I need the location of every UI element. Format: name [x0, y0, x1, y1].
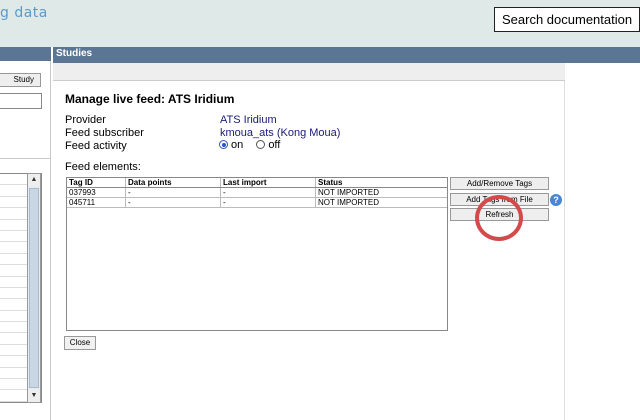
table-header: Tag ID Data points Last import Status: [67, 178, 447, 188]
feed-elements-table: Tag ID Data points Last import Status 03…: [66, 177, 448, 331]
column-header[interactable]: Status: [316, 178, 447, 187]
top-header: g data Search documentation: [0, 0, 640, 47]
close-button[interactable]: Close: [64, 336, 96, 350]
cell-tag-id: 045711: [67, 198, 126, 207]
scrollbar-thumb[interactable]: [29, 188, 39, 388]
cell-data-points: -: [126, 198, 221, 207]
add-remove-tags-button[interactable]: Add/Remove Tags: [450, 177, 549, 190]
feed-subscriber-label: Feed subscriber: [65, 127, 144, 139]
radio-on-icon[interactable]: [219, 140, 228, 149]
scroll-up-icon[interactable]: ▲: [28, 174, 40, 186]
column-header[interactable]: Last import: [221, 178, 316, 187]
cell-status: NOT IMPORTED: [318, 188, 380, 197]
column-header[interactable]: Tag ID: [67, 178, 126, 187]
left-search-input[interactable]: [0, 93, 42, 109]
provider-label: Provider: [65, 114, 106, 126]
left-list-scrollbar[interactable]: ▲ ▼: [27, 173, 41, 403]
scroll-down-icon[interactable]: ▼: [28, 390, 40, 402]
feed-subscriber-value: kmoua_ats (Kong Moua): [220, 127, 341, 139]
search-documentation-input[interactable]: Search documentation: [494, 7, 640, 32]
manage-live-feed-dialog: Manage live feed: ATS Iridium Provider A…: [53, 81, 565, 420]
feed-activity-radio-group: on off: [219, 139, 290, 151]
left-divider: [0, 158, 51, 159]
cell-last-import: -: [221, 198, 316, 207]
activity-on-option[interactable]: on: [219, 139, 246, 151]
cell-tag-id: 037993: [67, 188, 126, 197]
left-panel-header: [0, 47, 51, 61]
highlight-circle: [475, 195, 523, 241]
dialog-title: Manage live feed: ATS Iridium: [65, 92, 235, 106]
cell-status: NOT IMPORTED: [318, 198, 380, 207]
study-button[interactable]: Study: [0, 73, 41, 87]
table-row[interactable]: 045711 - - NOT IMPORTED: [67, 198, 447, 208]
column-header[interactable]: Data points: [126, 178, 221, 187]
activity-on-label: on: [231, 139, 244, 151]
activity-off-label: off: [268, 139, 281, 151]
cell-last-import: -: [221, 188, 316, 197]
table-row[interactable]: 037993 - - NOT IMPORTED: [67, 188, 447, 198]
site-brand[interactable]: g data: [0, 5, 48, 21]
help-icon[interactable]: ?: [550, 194, 562, 206]
provider-value: ATS Iridium: [220, 114, 277, 126]
activity-off-option[interactable]: off: [256, 139, 280, 151]
cell-data-points: -: [126, 188, 221, 197]
feed-elements-label: Feed elements:: [65, 161, 141, 173]
studies-toolbar-band: [53, 63, 565, 81]
studies-header: Studies: [53, 47, 640, 63]
left-panel: Study ▲ ▼: [0, 47, 51, 420]
feed-activity-label: Feed activity: [65, 140, 127, 152]
radio-off-icon[interactable]: [256, 140, 266, 149]
